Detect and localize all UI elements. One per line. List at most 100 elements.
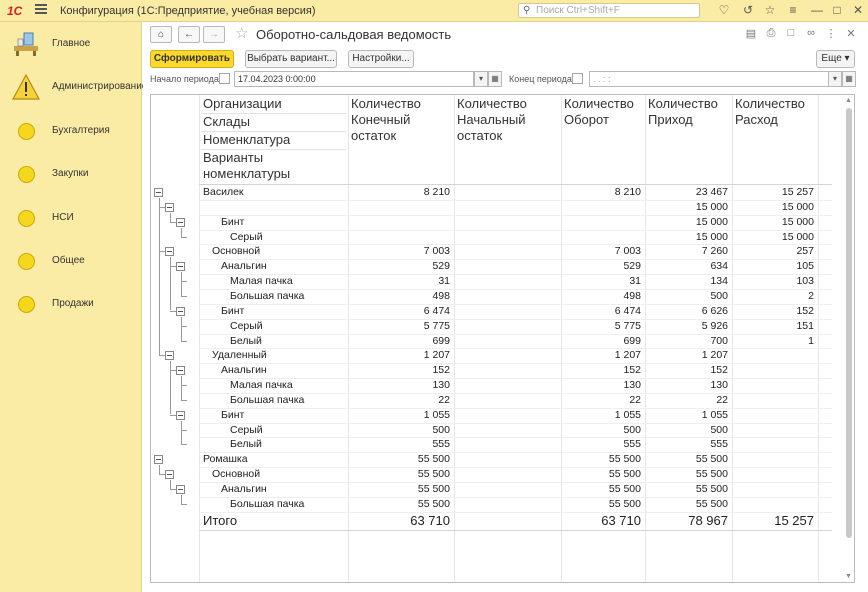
scrollbar-thumb[interactable] [846, 108, 852, 538]
tree-line [181, 272, 182, 296]
sidebar-item-purchases[interactable]: Закупки [0, 156, 142, 192]
row-value: 130 [432, 379, 450, 391]
collapse-toggle-icon[interactable] [176, 366, 185, 375]
row-value: 700 [710, 335, 728, 347]
total-value: 78 967 [688, 513, 728, 528]
history-icon[interactable]: ↺ [741, 3, 755, 17]
link-icon[interactable]: ∞ [804, 27, 818, 39]
sidebar-item-label: Бухгалтерия [52, 125, 110, 136]
row-label: Большая пачка [230, 394, 305, 406]
row-value: 1 207 [614, 349, 641, 361]
row-label: Бинт [221, 216, 245, 228]
search-input[interactable]: ⚲ Поиск Ctrl+Shift+F [518, 3, 700, 18]
tree-line [181, 296, 187, 297]
sidebar-item-accounting[interactable]: Бухгалтерия [0, 113, 142, 149]
collapse-toggle-icon[interactable] [176, 218, 185, 227]
row-value: 529 [623, 260, 641, 272]
close-icon[interactable]: ✕ [851, 3, 865, 17]
favorites-icon[interactable]: ☆ [763, 3, 777, 17]
menu-icon[interactable] [35, 4, 47, 14]
row-label: Белый [230, 335, 262, 347]
sidebar-item-sales[interactable]: Продажи [0, 286, 142, 322]
collapse-toggle-icon[interactable] [154, 188, 163, 197]
close-form-icon[interactable]: ✕ [844, 27, 858, 40]
sidebar-item-main[interactable]: Главное [0, 26, 142, 62]
forward-button[interactable]: → [203, 26, 225, 43]
generate-button[interactable]: Сформировать [150, 50, 234, 68]
collapse-toggle-icon[interactable] [176, 262, 185, 271]
period-end-field[interactable]: . . : : [589, 71, 829, 87]
print-icon[interactable]: ⎙ [764, 27, 778, 40]
row-value: 55 500 [417, 483, 450, 495]
row-value: 22 [629, 394, 641, 406]
home-button[interactable]: ⌂ [150, 26, 172, 43]
row-label: Основной [212, 245, 261, 257]
row-value: 22 [438, 394, 450, 406]
period-start-field[interactable]: 17.04.2023 0:00:00 [234, 71, 474, 87]
row-value: 105 [796, 260, 814, 272]
collapse-toggle-icon[interactable] [165, 203, 174, 212]
more-button[interactable]: Еще ▾ [816, 50, 855, 68]
period-start-dropdown-button[interactable]: ▾ [474, 71, 488, 87]
options-icon[interactable]: ≡ [786, 3, 800, 17]
period-start-checkbox[interactable] [219, 73, 230, 84]
tree-line [181, 421, 182, 445]
back-button[interactable]: ← [178, 26, 200, 43]
tree-line [159, 251, 165, 252]
row-value: 23 467 [695, 186, 728, 198]
minimize-icon[interactable]: — [810, 3, 824, 17]
vertical-scrollbar[interactable]: ▲ ▼ [844, 95, 854, 582]
row-label: Основной [212, 468, 261, 480]
tree-line [170, 266, 176, 267]
collapse-toggle-icon[interactable] [165, 351, 174, 360]
settings-button[interactable]: Настройки... [348, 50, 414, 68]
row-value: 130 [710, 379, 728, 391]
period-end-calendar-button[interactable]: ▦ [842, 71, 856, 87]
row-value: 7 003 [423, 245, 450, 257]
row-value: 15 000 [695, 201, 728, 213]
row-value: 555 [623, 438, 641, 450]
column-header: Количество Приход [648, 96, 718, 127]
collapse-toggle-icon[interactable] [154, 455, 163, 464]
row-value: 1 055 [701, 409, 728, 421]
more-icon[interactable]: ⋮ [824, 27, 838, 40]
collapse-toggle-icon[interactable] [176, 411, 185, 420]
total-bottom-line [199, 530, 832, 531]
tree-line [181, 430, 187, 431]
collapse-toggle-icon[interactable] [176, 307, 185, 316]
row-value: 15 000 [695, 216, 728, 228]
save-icon[interactable]: ▤ [744, 27, 758, 40]
report-table[interactable]: ▲ ▼ Организации Склады Номенклатура Вариант… [150, 94, 855, 583]
sidebar-item-label: НСИ [52, 212, 74, 223]
column-divider [199, 95, 200, 582]
document-icon[interactable]: □ [784, 27, 798, 39]
period-start-calendar-button[interactable]: ▦ [488, 71, 502, 87]
collapse-toggle-icon[interactable] [165, 247, 174, 256]
row-value: 151 [796, 320, 814, 332]
row-value: 55 500 [608, 468, 641, 480]
choose-variant-button[interactable]: Выбрать вариант... [245, 50, 337, 68]
period-end-checkbox[interactable] [572, 73, 583, 84]
tree-line [181, 326, 187, 327]
row-value: 15 000 [781, 201, 814, 213]
favorite-star-icon[interactable]: ☆ [235, 24, 248, 42]
row-value: 55 500 [417, 468, 450, 480]
group-header: Организации [203, 96, 282, 111]
row-label: Анальгин [221, 483, 267, 495]
total-value: 63 710 [601, 513, 641, 528]
scroll-down-icon[interactable]: ▼ [845, 573, 852, 580]
circle-icon [12, 247, 40, 275]
period-end-dropdown-button[interactable]: ▾ [828, 71, 842, 87]
maximize-icon[interactable]: □ [830, 3, 844, 17]
row-label: Большая пачка [230, 290, 305, 302]
sidebar-item-general[interactable]: Общее [0, 243, 142, 279]
scroll-up-icon[interactable]: ▲ [845, 97, 852, 104]
collapse-toggle-icon[interactable] [176, 485, 185, 494]
sidebar-item-nsi[interactable]: НСИ [0, 200, 142, 236]
collapse-toggle-icon[interactable] [165, 470, 174, 479]
sidebar-item-label: Администрирование [52, 81, 148, 92]
app-logo[interactable]: 1С [7, 4, 22, 18]
sidebar-item-admin[interactable]: Администрирование [0, 69, 147, 105]
bell-icon[interactable]: ♡ [717, 3, 731, 17]
row-value: 634 [710, 260, 728, 272]
